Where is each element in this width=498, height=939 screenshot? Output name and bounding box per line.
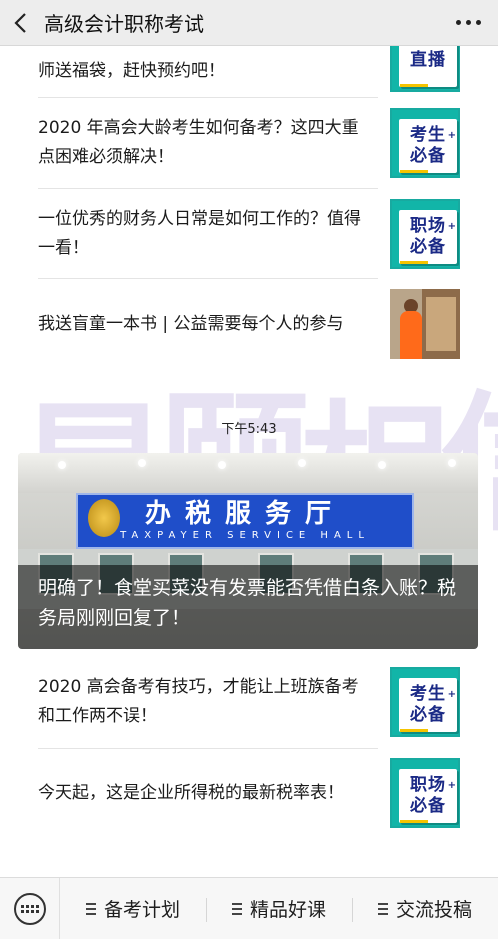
article-title: 我送盲童一本书 | 公益需要每个人的参与 [38, 313, 344, 334]
list-item[interactable]: 2020 高会备考有技巧，才能让上班族备考和工作两不误！ 考生 必备 + [38, 666, 460, 738]
menu-lines-icon [85, 902, 96, 915]
banner-title: 明确了！食堂买菜没有发票能否凭借白条入账？税务局刚刚回复了！ [38, 577, 457, 629]
article-title: 师送福袋，赶快预约吧！ [38, 60, 225, 81]
article-thumbnail: 考生 必备 + [390, 108, 460, 178]
keyboard-icon [13, 892, 46, 925]
chevron-left-icon [14, 12, 26, 33]
article-photo-thumbnail [390, 289, 460, 359]
bottom-menu: 备考计划 精品好课 交流投稿 [0, 877, 498, 939]
list-item[interactable]: 我送盲童一本书 | 公益需要每个人的参与 [38, 288, 460, 360]
menu-item-premium-courses[interactable]: 精品好课 [206, 878, 352, 939]
tax-hall-sign: 办税服务厅 TAXPAYER SERVICE HALL [76, 493, 414, 549]
emblem-icon [88, 499, 120, 537]
list-item[interactable]: 今天起，这是企业所得税的最新税率表！ 职场 必备 + [38, 757, 460, 829]
article-title: 今天起，这是企业所得税的最新税率表！ [38, 782, 344, 803]
article-thumbnail: 考生 必备 + [390, 667, 460, 737]
article-title: 2020 高会备考有技巧，才能让上班族备考和工作两不误！ [38, 677, 359, 726]
article-thumbnail: 职场 必备 + [390, 758, 460, 828]
article-title: 2020 年高会大龄考生如何备考？这四大重点困难必须解决！ [38, 118, 359, 167]
list-item[interactable]: 师送福袋，赶快预约吧！ 直播 [38, 22, 460, 96]
keyboard-toggle-button[interactable] [0, 877, 60, 939]
featured-article-banner[interactable]: 办税服务厅 TAXPAYER SERVICE HALL 明确了！食堂买菜没有发票… [18, 453, 478, 649]
menu-lines-icon [231, 902, 242, 915]
nav-header: 高级会计职称考试 [0, 0, 498, 46]
more-button[interactable] [438, 0, 498, 46]
back-button[interactable] [0, 0, 40, 46]
article-title: 一位优秀的财务人日常是如何工作的？值得一看！ [38, 209, 361, 258]
list-item[interactable]: 一位优秀的财务人日常是如何工作的？值得一看！ 职场 必备 + [38, 198, 460, 270]
menu-item-exam-plan[interactable]: 备考计划 [60, 878, 206, 939]
message-timestamp: 下午5:43 [221, 422, 277, 437]
menu-lines-icon [377, 902, 388, 915]
list-item[interactable]: 2020 年高会大龄考生如何备考？这四大重点困难必须解决！ 考生 必备 + [38, 107, 460, 179]
page-title: 高级会计职称考试 [44, 12, 204, 36]
menu-item-submissions[interactable]: 交流投稿 [352, 878, 498, 939]
more-dots-icon [455, 20, 461, 25]
article-thumbnail: 职场 必备 + [390, 199, 460, 269]
